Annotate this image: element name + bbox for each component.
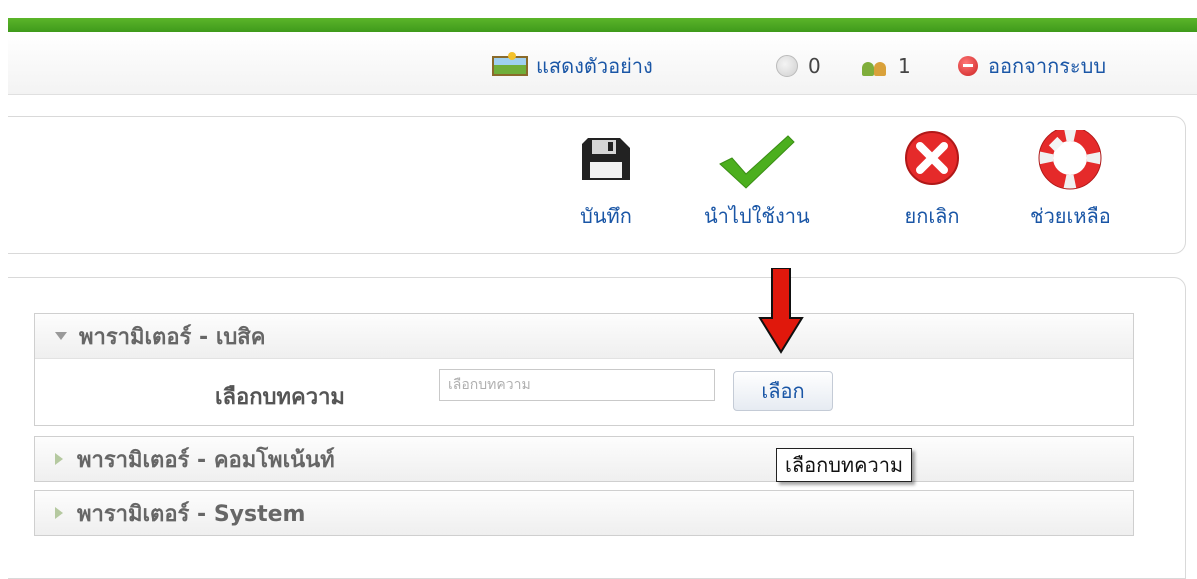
system-parameters-header[interactable]: พารามิเตอร์ - System (35, 491, 1133, 535)
users-count: 1 (898, 54, 911, 78)
save-icon (582, 138, 630, 180)
component-parameters-pane: พารามิเตอร์ - คอมโพเน้นท์ (34, 436, 1134, 482)
cancel-button[interactable]: ยกเลิก (900, 130, 964, 232)
article-field-label: เลือกบทความ (215, 385, 345, 410)
save-label: บันทึก (580, 204, 632, 228)
apply-label: นำไปใช้งาน (704, 204, 810, 228)
logout-label: ออกจากระบบ (988, 54, 1107, 78)
component-parameters-header[interactable]: พารามิเตอร์ - คอมโพเน้นท์ (35, 437, 1133, 481)
cancel-label: ยกเลิก (904, 204, 960, 228)
help-button[interactable]: ช่วยเหลือ (1030, 130, 1111, 232)
logout-icon (958, 56, 978, 76)
basic-parameters-title: พารามิเตอร์ - เบสิค (79, 324, 266, 350)
checkmark-icon (718, 135, 795, 189)
system-parameters-title: พารามิเตอร์ - System (77, 501, 306, 527)
preview-link[interactable]: แสดงตัวอย่าง (492, 52, 653, 78)
system-parameters-pane: พารามิเตอร์ - System (34, 490, 1134, 536)
tooltip: เลือกบทความ (776, 448, 913, 482)
messages-icon (776, 55, 798, 77)
select-article-button[interactable]: เลือก (733, 371, 833, 411)
article-input[interactable] (439, 369, 715, 401)
users-indicator[interactable]: 1 (862, 54, 911, 78)
expand-icon (55, 507, 63, 519)
expand-icon (55, 453, 63, 465)
users-icon (862, 56, 888, 76)
logout-link[interactable]: ออกจากระบบ (958, 54, 1106, 78)
messages-count: 0 (808, 54, 821, 78)
help-label: ช่วยเหลือ (1030, 204, 1111, 228)
basic-parameters-header[interactable]: พารามิเตอร์ - เบสิค (35, 314, 1133, 358)
cancel-icon (905, 131, 959, 185)
save-button[interactable]: บันทึก (574, 130, 638, 232)
preview-label: แสดงตัวอย่าง (536, 54, 653, 78)
basic-parameters-body: เลือกบทความ เลือก (35, 358, 1133, 425)
apply-button[interactable]: นำไปใช้งาน (704, 130, 810, 232)
preview-icon (492, 52, 528, 76)
top-green-bar (8, 18, 1197, 32)
lifebuoy-icon (1038, 130, 1102, 190)
messages-indicator[interactable]: 0 (776, 54, 821, 78)
component-parameters-title: พารามิเตอร์ - คอมโพเน้นท์ (77, 447, 335, 473)
collapse-icon (55, 332, 67, 340)
red-arrow-annotation (758, 268, 804, 354)
basic-parameters-pane: พารามิเตอร์ - เบสิค เลือกบทความ เลือก (34, 313, 1134, 426)
